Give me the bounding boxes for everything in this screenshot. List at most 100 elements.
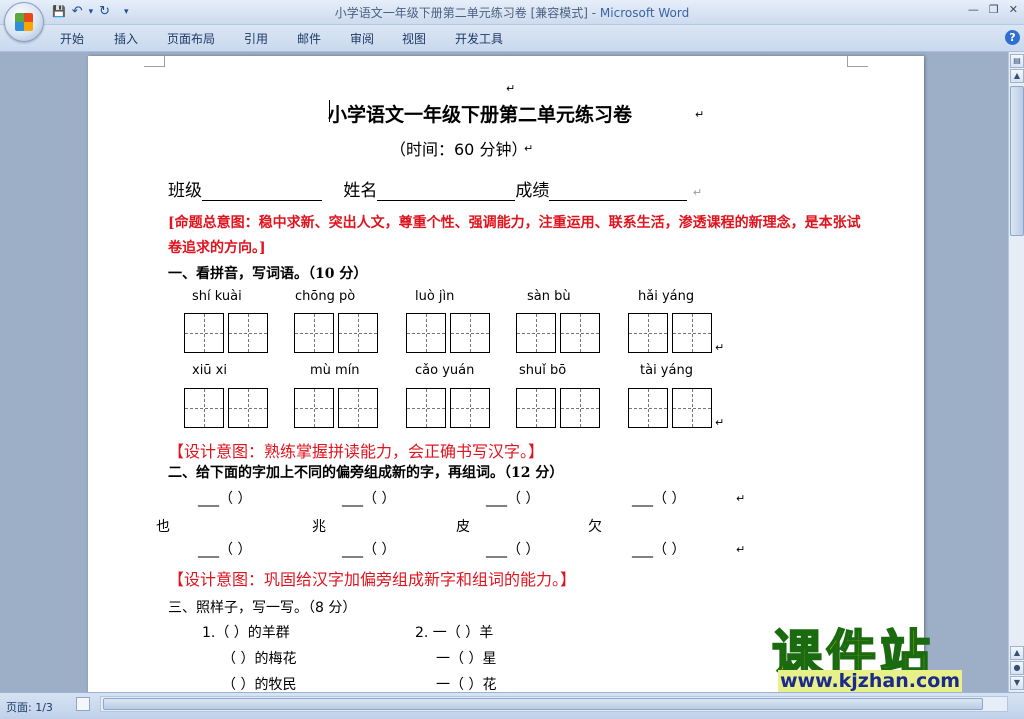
- design-intent-1: 【设计意图：熟练掌握拼读能力，会正确书写汉字。】: [168, 442, 545, 461]
- writing-grid-box[interactable]: [628, 388, 668, 428]
- writing-grid-box[interactable]: [294, 313, 334, 353]
- writing-grid-box[interactable]: [672, 388, 712, 428]
- restore-icon[interactable]: ❐: [989, 3, 999, 16]
- base-character: 兆: [312, 519, 326, 535]
- section-2-heading: 二、给下面的字加上不同的偏旁组成新的字，再组词。（12 分）: [168, 465, 564, 481]
- horizontal-scrollbar[interactable]: [100, 696, 1008, 712]
- writing-grid-box[interactable]: [516, 313, 556, 353]
- pinyin-label: shuǐ bō: [519, 363, 567, 378]
- score-label: 成绩: [515, 181, 550, 201]
- writing-grid-box[interactable]: [672, 313, 712, 353]
- blank-item[interactable]: ___（ ）: [342, 488, 395, 508]
- writing-grid-box[interactable]: [338, 313, 378, 353]
- paragraph-mark: ↵: [506, 82, 516, 95]
- name-blank: [377, 182, 516, 201]
- writing-grid-box[interactable]: [338, 388, 378, 428]
- paragraph-mark: ↵: [524, 142, 534, 155]
- blank-item[interactable]: ___（ ）: [198, 539, 251, 559]
- exercise-1-line: （ ）的牧民: [222, 677, 297, 692]
- paragraph-mark: ↵: [715, 341, 725, 354]
- writing-grid-box[interactable]: [406, 313, 446, 353]
- tab-page-layout[interactable]: 页面布局: [167, 30, 215, 47]
- status-bar: 页面: 1/3: [0, 692, 1024, 719]
- scroll-up-icon[interactable]: ▲: [1010, 69, 1024, 83]
- name-label: 姓名: [343, 181, 378, 201]
- paragraph-mark: ↵: [692, 186, 703, 199]
- writing-grid-box[interactable]: [184, 388, 224, 428]
- margin-corner-mark: [144, 56, 165, 67]
- tab-view[interactable]: 视图: [402, 30, 426, 47]
- pinyin-label: hǎi yáng: [638, 289, 695, 304]
- section-3-heading: 三、照样子，写一写。（8 分）: [168, 600, 357, 616]
- writing-grid-box[interactable]: [560, 313, 600, 353]
- pinyin-label: chōng pò: [295, 289, 356, 304]
- horizontal-scroll-thumb[interactable]: [103, 698, 983, 710]
- writing-grid-box[interactable]: [450, 313, 490, 353]
- blank-item[interactable]: ___（ ）: [632, 539, 685, 559]
- exercise-2-line: 一（ ）星: [436, 651, 497, 667]
- office-logo-icon: [15, 13, 33, 31]
- document-page[interactable]: ↵ 小学语文一年级下册第二单元练习卷 ↵ （时间：60 分钟） ↵ 班级 姓名 成…: [88, 56, 924, 692]
- exercise-1-line: 1.（ ）的羊群: [202, 625, 290, 641]
- blank-item[interactable]: ___（ ）: [342, 539, 395, 559]
- tab-references[interactable]: 引用: [244, 30, 268, 47]
- blank-item[interactable]: ___（ ）: [632, 488, 685, 508]
- tab-home[interactable]: 开始: [60, 30, 84, 47]
- writing-grid-box[interactable]: [184, 313, 224, 353]
- class-blank: [202, 182, 322, 201]
- exercise-2-line: 2. 一（ ）羊: [415, 625, 494, 641]
- blank-item[interactable]: ___（ ）: [486, 488, 539, 508]
- writing-grid-box[interactable]: [228, 388, 268, 428]
- help-icon[interactable]: ?: [1005, 30, 1020, 45]
- margin-corner-mark: [847, 56, 868, 67]
- writing-grid-box[interactable]: [450, 388, 490, 428]
- ruler-toggle-icon[interactable]: ▤: [1010, 54, 1024, 68]
- next-page-icon[interactable]: ▼: [1010, 676, 1024, 690]
- select-browse-object-icon[interactable]: ●: [1010, 661, 1024, 675]
- page-indicator[interactable]: 页面: 1/3: [6, 699, 53, 715]
- writing-grid-box[interactable]: [294, 388, 334, 428]
- pinyin-label: luò jìn: [415, 289, 455, 304]
- paragraph-mark: ↵: [736, 543, 746, 556]
- writing-grid-box[interactable]: [560, 388, 600, 428]
- document-check-icon[interactable]: [76, 697, 90, 711]
- exercise-2-line: 一（ ）花: [436, 677, 497, 692]
- writing-grid-box[interactable]: [406, 388, 446, 428]
- minimize-icon[interactable]: —: [968, 3, 979, 16]
- doc-subtitle: （时间：60 分钟）: [390, 140, 528, 159]
- title-bar: 💾 ↶ ▾ ↻ ▾ 小学语文一年级下册第二单元练习卷 [兼容模式] - Micr…: [0, 0, 1024, 25]
- blank-item[interactable]: ___（ ）: [486, 539, 539, 559]
- window-title-app: Microsoft Word: [599, 6, 690, 20]
- window-controls: — ❐ ✕: [968, 3, 1018, 16]
- pinyin-label: mù mín: [310, 363, 360, 378]
- watermark-url: www.kjzhan.com: [778, 670, 963, 692]
- section-1-heading: 一、看拼音，写词语。（10 分）: [168, 266, 368, 282]
- base-character: 也: [156, 519, 170, 535]
- tab-insert[interactable]: 插入: [114, 30, 138, 47]
- vertical-scrollbar[interactable]: ▤ ▲ ▲ ● ▼: [1008, 52, 1024, 692]
- scroll-thumb[interactable]: [1010, 86, 1024, 236]
- tab-developer[interactable]: 开发工具: [455, 30, 503, 47]
- pinyin-label: xiū xi: [192, 363, 227, 378]
- writing-grid-box[interactable]: [516, 388, 556, 428]
- previous-page-icon[interactable]: ▲: [1010, 646, 1024, 660]
- design-intent-main: [命题总意图：稳中求新、突出人文，尊重个性、强调能力，注重运用、联系生活，渗透课…: [168, 215, 861, 256]
- score-blank: [549, 182, 688, 201]
- student-info-line: 班级 姓名 成绩 ↵: [168, 176, 702, 201]
- tab-review[interactable]: 审阅: [350, 30, 374, 47]
- class-label: 班级: [168, 181, 202, 201]
- document-area: ↵ 小学语文一年级下册第二单元练习卷 ↵ （时间：60 分钟） ↵ 班级 姓名 成…: [0, 52, 1008, 692]
- tab-mailings[interactable]: 邮件: [297, 30, 321, 47]
- exercise-1-line: （ ）的梅花: [222, 651, 297, 667]
- ribbon-tabs: 开始 插入 页面布局 引用 邮件 审阅 视图 开发工具 ?: [0, 25, 1024, 52]
- window-title-doc: 小学语文一年级下册第二单元练习卷 [兼容模式] -: [334, 6, 600, 20]
- design-intent-2: 【设计意图：巩固给汉字加偏旁组成新字和组词的能力。】: [168, 570, 577, 589]
- pinyin-label: tài yáng: [640, 363, 693, 378]
- writing-grid-box[interactable]: [228, 313, 268, 353]
- base-character: 皮: [456, 519, 470, 535]
- close-icon[interactable]: ✕: [1009, 3, 1018, 16]
- writing-grid-box[interactable]: [628, 313, 668, 353]
- office-button[interactable]: [4, 2, 44, 42]
- blank-item[interactable]: ___（ ）: [198, 488, 251, 508]
- pinyin-label: cǎo yuán: [415, 363, 475, 378]
